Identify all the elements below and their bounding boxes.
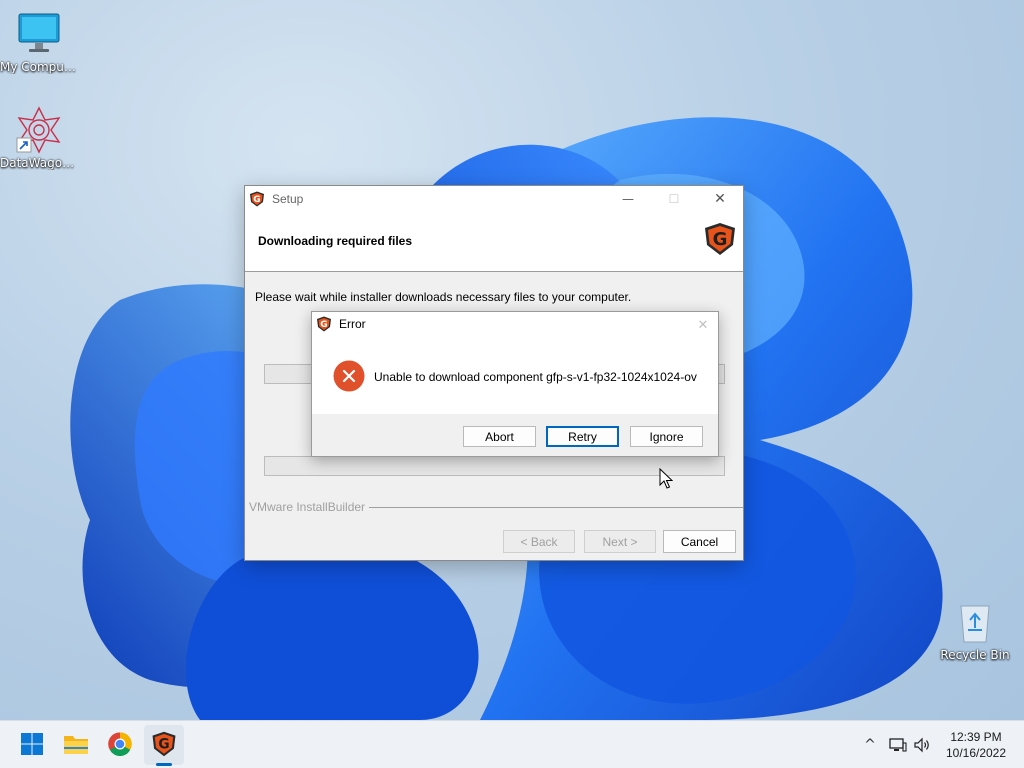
app-g-icon: G [249,191,265,207]
app-g-logo-icon: G [703,222,737,256]
abort-button[interactable]: Abort [463,426,536,447]
setup-wait-text: Please wait while installer downloads ne… [255,290,632,304]
active-app-indicator [156,763,172,766]
volume-icon[interactable] [912,735,932,755]
monitor-icon [15,10,63,58]
svg-text:G: G [253,195,260,205]
taskbar-chrome[interactable] [100,725,140,765]
error-body: Unable to download component gfp-s-v1-fp… [312,336,718,414]
setup-header: Downloading required files G [245,212,743,272]
progress-bar-overall [264,456,725,476]
desktop-icon-label: My Computer [0,60,78,74]
desktop-icon-label: DataWagon... [0,156,78,170]
app-g-icon: G [316,316,332,332]
setup-titlebar[interactable]: G Setup — ☐ ✕ [245,186,743,212]
setup-heading: Downloading required files [258,234,413,248]
network-icon[interactable] [888,735,908,755]
brand-line: VMware InstallBuilder [249,500,743,514]
folder-icon [63,733,89,758]
cursor-icon [659,468,673,489]
back-button[interactable]: < Back [503,530,575,553]
minimize-button[interactable]: — [605,186,651,212]
error-icon [333,360,365,392]
error-dialog: G Error ✕ Unable to download component g… [311,311,719,457]
clock-time: 12:39 PM [950,730,1002,744]
taskbar-file-explorer[interactable] [56,725,96,765]
next-button[interactable]: Next > [584,530,656,553]
taskbar-setup-app[interactable]: G [144,725,184,765]
desktop-icon-my-computer[interactable]: My Computer [0,10,78,74]
close-button[interactable]: ✕ [697,186,743,212]
retry-button[interactable]: Retry [546,426,619,447]
error-close-button[interactable]: ✕ [688,312,718,338]
setup-title: Setup [272,192,304,206]
svg-text:G: G [158,736,169,752]
taskbar-clock[interactable]: 12:39 PM 10/16/2022 [938,729,1014,761]
app-g-icon: G [151,731,177,760]
chrome-icon [108,731,132,759]
desktop-icon-datawagon[interactable]: DataWagon... [0,106,78,170]
maximize-button[interactable]: ☐ [651,186,697,212]
error-titlebar[interactable]: G Error ✕ [312,312,718,336]
taskbar: G ^ 12:39 PM 10/16/2022 [0,720,1024,768]
desktop-icon-recycle-bin[interactable]: Recycle Bin [936,598,1014,662]
error-footer: Abort Retry Ignore [312,414,718,456]
desktop-icon-label: Recycle Bin [940,648,1010,662]
windows-start-icon [20,732,44,759]
recycle-bin-icon [951,598,999,646]
svg-text:G: G [713,229,728,250]
clock-date: 10/16/2022 [945,746,1007,760]
cancel-button[interactable]: Cancel [663,530,736,553]
svg-text:G: G [320,320,327,330]
datawagon-icon [15,106,63,154]
ignore-button[interactable]: Ignore [630,426,703,447]
installer-brand: VMware InstallBuilder [249,500,370,514]
show-hidden-icons-chevron-icon[interactable]: ^ [860,735,880,755]
error-message: Unable to download component gfp-s-v1-fp… [374,370,697,384]
error-title: Error [339,317,366,331]
start-button[interactable] [12,725,52,765]
